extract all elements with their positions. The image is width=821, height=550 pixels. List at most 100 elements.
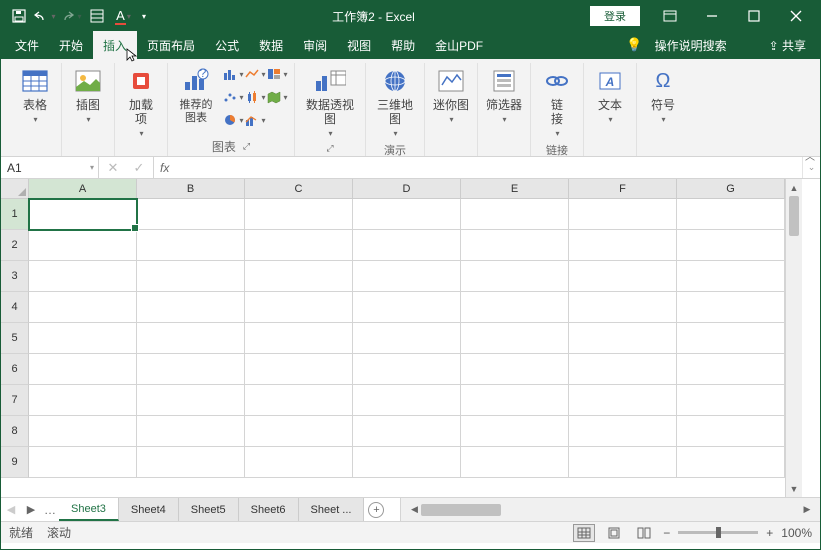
cell-G6[interactable] <box>677 354 785 385</box>
cell-B5[interactable] <box>137 323 245 354</box>
qat-customize[interactable]: ▾ <box>137 4 151 28</box>
cell-B8[interactable] <box>137 416 245 447</box>
cell-C8[interactable] <box>245 416 353 447</box>
column-header-F[interactable]: F <box>569 179 677 199</box>
link-button[interactable]: 链 接▾ <box>537 63 577 142</box>
tab-文件[interactable]: 文件 <box>5 31 49 59</box>
column-header-C[interactable]: C <box>245 179 353 199</box>
tab-公式[interactable]: 公式 <box>205 31 249 59</box>
cell-A2[interactable] <box>29 230 137 261</box>
tables-button[interactable]: 表格▾ <box>15 63 55 128</box>
zoom-level[interactable]: 100% <box>781 526 812 540</box>
vertical-scrollbar[interactable]: ▲▼ <box>785 179 802 497</box>
qat-font-color[interactable]: A▾ <box>111 4 135 28</box>
tab-审阅[interactable]: 审阅 <box>293 31 337 59</box>
qat-undo[interactable]: ▾ <box>33 4 57 28</box>
horizontal-scrollbar[interactable]: ◀▶ <box>400 498 820 521</box>
cell-C3[interactable] <box>245 261 353 292</box>
cell-C6[interactable] <box>245 354 353 385</box>
cell-C9[interactable] <box>245 447 353 478</box>
cell-D4[interactable] <box>353 292 461 323</box>
row-header-9[interactable]: 9 <box>1 447 29 478</box>
cell-E1[interactable] <box>461 199 569 230</box>
cell-A8[interactable] <box>29 416 137 447</box>
symbols-button[interactable]: Ω符号▾ <box>643 63 683 128</box>
sheet-tab-Sheet4[interactable]: Sheet4 <box>119 498 179 521</box>
cell-A4[interactable] <box>29 292 137 323</box>
cell-E9[interactable] <box>461 447 569 478</box>
sheet-nav-more[interactable]: … <box>41 498 59 521</box>
chart-map-button[interactable]: ▾ <box>266 86 288 108</box>
cell-F6[interactable] <box>569 354 677 385</box>
close-button[interactable] <box>776 1 816 31</box>
view-page-layout-button[interactable] <box>603 524 625 542</box>
cell-F7[interactable] <box>569 385 677 416</box>
cell-C5[interactable] <box>245 323 353 354</box>
collapse-ribbon-button[interactable]: ︿ <box>805 148 815 163</box>
cell-A5[interactable] <box>29 323 137 354</box>
cell-E7[interactable] <box>461 385 569 416</box>
cell-E5[interactable] <box>461 323 569 354</box>
row-header-7[interactable]: 7 <box>1 385 29 416</box>
cell-C4[interactable] <box>245 292 353 323</box>
cell-G1[interactable] <box>677 199 785 230</box>
tab-插入[interactable]: 插入 <box>93 31 137 59</box>
cell-G3[interactable] <box>677 261 785 292</box>
view-normal-button[interactable] <box>573 524 595 542</box>
cell-E3[interactable] <box>461 261 569 292</box>
qat-save[interactable] <box>7 4 31 28</box>
cell-D9[interactable] <box>353 447 461 478</box>
column-header-G[interactable]: G <box>677 179 785 199</box>
text-button[interactable]: A文本▾ <box>590 63 630 128</box>
row-header-2[interactable]: 2 <box>1 230 29 261</box>
chart-column-button[interactable]: ▾ <box>222 63 244 85</box>
view-page-break-button[interactable] <box>633 524 655 542</box>
cell-C1[interactable] <box>245 199 353 230</box>
cell-D1[interactable] <box>353 199 461 230</box>
cell-A6[interactable] <box>29 354 137 385</box>
cell-C2[interactable] <box>245 230 353 261</box>
charts-dialog-launcher[interactable]: ⤢ <box>243 141 250 152</box>
cell-A9[interactable] <box>29 447 137 478</box>
cell-D2[interactable] <box>353 230 461 261</box>
chart-pie-button[interactable]: ▾ <box>222 109 244 131</box>
cell-C7[interactable] <box>245 385 353 416</box>
row-header-4[interactable]: 4 <box>1 292 29 323</box>
cell-F5[interactable] <box>569 323 677 354</box>
cell-A3[interactable] <box>29 261 137 292</box>
select-all-button[interactable] <box>1 179 29 199</box>
maximize-button[interactable] <box>734 1 774 31</box>
chart-line-button[interactable]: ▾ <box>244 63 266 85</box>
ribbon-display-options[interactable] <box>650 1 690 31</box>
pivotchart-button[interactable]: 数据透视图▾ <box>301 63 359 142</box>
pivot-dialog-launcher[interactable]: ⤢ <box>326 143 333 154</box>
qat-form[interactable] <box>85 4 109 28</box>
cell-F1[interactable] <box>569 199 677 230</box>
cell-D6[interactable] <box>353 354 461 385</box>
column-header-A[interactable]: A <box>29 179 137 199</box>
name-box[interactable]: A1▾ <box>1 157 99 178</box>
share-button[interactable]: ⇪ 共享 <box>769 37 806 54</box>
tab-开始[interactable]: 开始 <box>49 31 93 59</box>
column-header-B[interactable]: B <box>137 179 245 199</box>
tab-数据[interactable]: 数据 <box>249 31 293 59</box>
tab-金山PDF[interactable]: 金山PDF <box>425 31 493 59</box>
minimize-button[interactable] <box>692 1 732 31</box>
tab-页面布局[interactable]: 页面布局 <box>137 31 205 59</box>
cell-E6[interactable] <box>461 354 569 385</box>
cell-G9[interactable] <box>677 447 785 478</box>
illustrations-button[interactable]: 插图▾ <box>68 63 108 128</box>
zoom-in-button[interactable]: + <box>766 526 773 540</box>
cell-B6[interactable] <box>137 354 245 385</box>
cell-B3[interactable] <box>137 261 245 292</box>
cell-B1[interactable] <box>137 199 245 230</box>
cell-A7[interactable] <box>29 385 137 416</box>
sheet-nav-next[interactable]: ▶ <box>21 498 41 521</box>
chart-scatter-button[interactable]: ▾ <box>222 86 244 108</box>
cell-B7[interactable] <box>137 385 245 416</box>
chart-combo-button[interactable]: ▾ <box>244 109 266 131</box>
chart-statistic-button[interactable]: ▾ <box>244 86 266 108</box>
cell-E2[interactable] <box>461 230 569 261</box>
column-header-E[interactable]: E <box>461 179 569 199</box>
cell-G7[interactable] <box>677 385 785 416</box>
